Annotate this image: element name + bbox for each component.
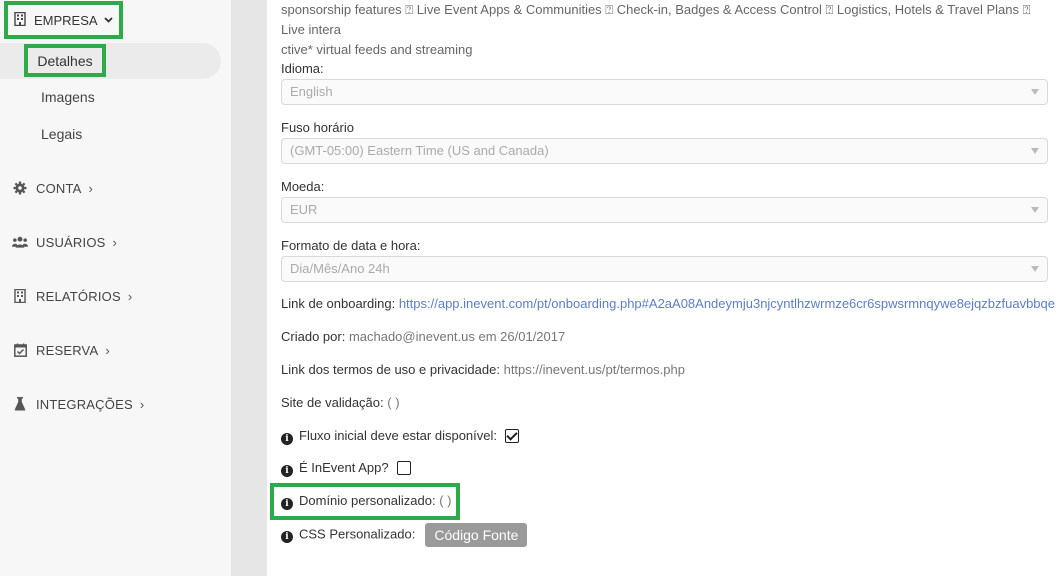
validation-site-value[interactable]: ( ) [387,395,399,410]
building-icon [12,288,28,304]
currency-value: EUR [290,202,318,217]
calendar-check-icon [12,342,28,358]
currency-select[interactable]: EUR [281,197,1048,223]
nav-conta[interactable]: CONTA › [12,180,93,196]
chevron-right-icon: › [112,234,118,250]
chevron-right-icon: › [127,288,133,304]
datetime-format-label: Formato de data e hora: [281,238,421,253]
nav-integracoes-label: INTEGRAÇÕES [36,396,133,412]
nav-empresa-label: EMPRESA [34,12,98,28]
created-by-value: machado@inevent.us em 26/01/2017 [348,329,566,344]
timezone-value: (GMT-05:00) Eastern Time (US and Canada) [290,143,549,158]
custom-domain-highlight [270,483,460,520]
subnav-legais[interactable]: Legais [41,126,82,142]
datetime-format-value: Dia/Mês/Ano 24h [290,261,390,276]
validation-site-row: Site de validação: ( ) [281,395,400,410]
gear-icon [12,180,28,196]
dropdown-arrow-icon [1031,89,1039,95]
nav-usuarios-label: USUÁRIOS [36,234,106,250]
description-line-1: sponsorship features ⍰ Live Event Apps &… [281,2,1031,37]
terms-link[interactable]: https://inevent.us/pt/termos.php [504,362,685,377]
terms-row: Link dos termos de uso e privacidade: ht… [281,362,685,377]
nav-reserva[interactable]: RESERVA › [12,342,110,358]
timezone-select[interactable]: (GMT-05:00) Eastern Time (US and Canada) [281,138,1048,164]
dropdown-arrow-icon [1031,207,1039,213]
nav-empresa[interactable]: EMPRESA [4,1,123,39]
custom-css-label: CSS Personalizado: [299,526,416,542]
info-icon[interactable]: i [281,531,293,544]
timezone-label: Fuso horário [281,120,354,135]
nav-usuarios[interactable]: USUÁRIOS › [12,234,117,250]
onboarding-row: Link de onboarding: https://app.inevent.… [281,296,1055,311]
building-icon [14,11,34,29]
subnav-imagens[interactable]: Imagens [41,89,95,105]
is-inevent-app-row: i É InEvent App? [281,460,411,477]
onboarding-link[interactable]: https://app.inevent.com/pt/onboarding.ph… [399,296,1055,311]
nav-integracoes[interactable]: INTEGRAÇÕES › [12,396,144,412]
initial-flow-row: i Fluxo inicial deve estar disponível: [281,428,519,445]
validation-site-label: Site de validação: [281,395,384,410]
language-value: English [290,84,333,99]
flask-icon [12,396,28,412]
chevron-right-icon: › [105,342,110,358]
nav-conta-label: CONTA [36,180,82,196]
language-label: Idioma: [281,61,324,76]
initial-flow-label: Fluxo inicial deve estar disponível: [299,428,497,443]
is-inevent-app-label: É InEvent App? [299,460,389,475]
created-by-row: Criado por: machado@inevent.us em 26/01/… [281,329,565,344]
initial-flow-checkbox[interactable] [505,429,519,443]
info-icon[interactable]: i [281,465,293,477]
created-by-label: Criado por: [281,329,346,344]
chevron-right-icon: › [88,180,94,196]
currency-label: Moeda: [281,179,325,194]
company-description: sponsorship features ⍰ Live Event Apps &… [281,0,1049,60]
dropdown-arrow-icon [1031,266,1039,272]
datetime-format-select[interactable]: Dia/Mês/Ano 24h [281,256,1048,282]
chevron-down-icon [103,14,121,26]
is-inevent-app-checkbox[interactable] [396,461,411,475]
nav-relatorios-label: RELATÓRIOS [36,288,121,304]
description-line-2: ctive* virtual feeds and streaming [281,42,473,57]
terms-label: Link dos termos de uso e privacidade: [281,362,500,377]
sidebar: EMPRESA Detalhes Imagens Legais CONTA › … [0,0,232,576]
content-gutter [232,0,267,576]
chevron-right-icon: › [139,396,145,412]
nav-reserva-label: RESERVA [36,342,99,358]
nav-relatorios[interactable]: RELATÓRIOS › [12,288,132,304]
source-code-button[interactable]: Código Fonte [425,523,528,547]
dropdown-arrow-icon [1031,148,1039,154]
onboarding-label: Link de onboarding: [281,296,396,311]
info-icon[interactable]: i [281,433,293,445]
users-icon [12,234,28,250]
subnav-detalhes[interactable]: Detalhes [24,44,106,77]
custom-css-row: i CSS Personalizado: Código Fonte [281,523,528,547]
language-select[interactable]: English [281,79,1048,105]
